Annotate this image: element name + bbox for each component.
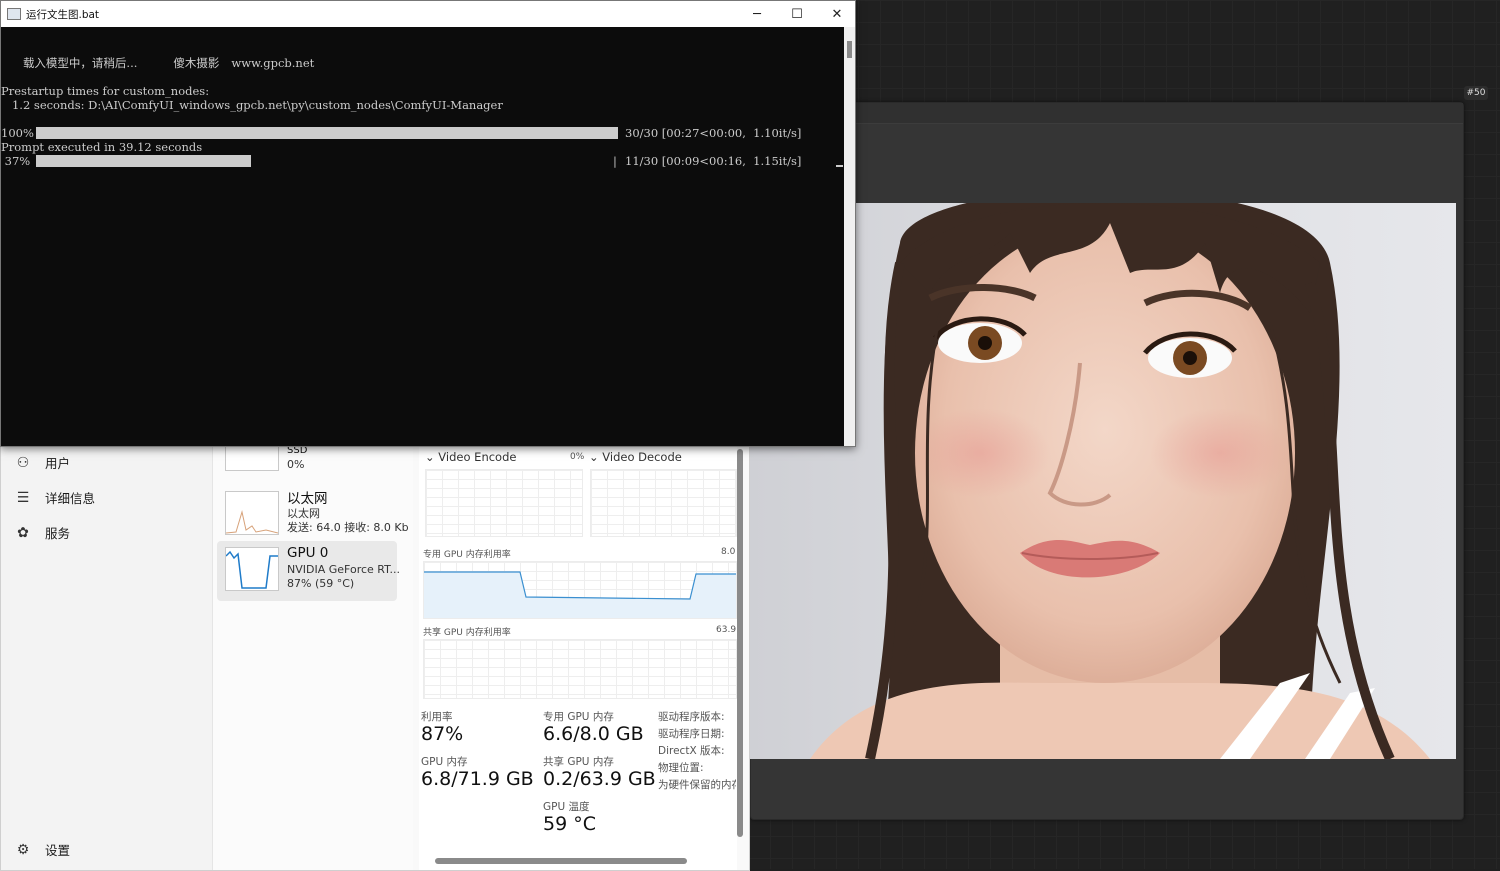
shared-mem-value: 0.2/63.9 GB [543, 768, 656, 790]
ethernet-stats: 发送: 64.0 接收: 8.0 Kb [287, 521, 409, 534]
shared-usage-graph [423, 639, 737, 699]
console-window[interactable]: 运行文生图.bat ─ ☐ ✕ 载入模型中，请稍后... 傻木摄影 www.gpcb… [0, 0, 856, 447]
maximize-button[interactable]: ☐ [777, 1, 817, 27]
video-decode-label[interactable]: ⌄ Video Decode [589, 450, 682, 464]
directx-label: DirectX 版本: [658, 745, 725, 757]
console-titlebar[interactable]: 运行文生图.bat ─ ☐ ✕ [1, 1, 855, 27]
progress2-percent: 37% [1, 154, 31, 168]
gpu-temp-value: 59 °C [543, 813, 596, 835]
gpu-stats: 87% (59 °C) [287, 577, 355, 590]
video-encode-text: Video Encode [438, 450, 517, 464]
shared-usage-label: 共享 GPU 内存利用率 [423, 628, 511, 638]
utilization-value: 87% [421, 723, 464, 745]
progress2-bar [36, 155, 252, 167]
shared-max: 63.9 [716, 625, 737, 635]
gpu-mem-label: GPU 内存 [421, 756, 468, 768]
text-cursor [836, 165, 843, 167]
ethernet-thumbnail [225, 491, 279, 535]
nav-item-services[interactable]: ✿ 服务 [15, 523, 70, 542]
ssd-value: 0% [287, 458, 305, 471]
dedicated-usage-line [424, 571, 736, 618]
progress1-stats: 30/30 [00:27<00:00, 1.10it/s] [625, 126, 802, 140]
driver-version-label: 驱动程序版本: [658, 711, 725, 723]
vertical-scrollbar[interactable] [737, 449, 743, 837]
prestartup-line: Prestartup times for custom_nodes: [1, 84, 210, 98]
dedicated-mem-label: 专用 GPU 内存 [543, 711, 614, 723]
nav-item-details[interactable]: ☰ 详细信息 [15, 488, 95, 507]
video-decode-graph [590, 469, 737, 537]
loading-line: 载入模型中，请稍后... 傻木摄影 www.gpcb.net [1, 41, 314, 85]
gpu-thumbnail [225, 547, 279, 591]
console-title: 运行文生图.bat [26, 8, 100, 21]
list-icon: ☰ [16, 489, 30, 506]
nav-label-details: 详细信息 [45, 491, 96, 506]
reserved-mem-label: 为硬件保留的内存 [658, 779, 736, 791]
nav-item-users[interactable]: ⚇ 用户 [15, 453, 70, 472]
driver-date-label: 驱动程序日期: [658, 728, 725, 740]
gpu-title: GPU 0 [287, 545, 329, 561]
video-encode-label[interactable]: ⌄ Video Encode [425, 450, 516, 464]
video-decode-text: Video Decode [602, 450, 682, 464]
nav-item-settings[interactable]: ⚙ 设置 [15, 840, 70, 859]
utilization-label: 利用率 [421, 711, 453, 723]
video-encode-pct: 0% [570, 452, 585, 462]
horizontal-scrollbar[interactable] [435, 858, 687, 864]
gpu-mem-value: 6.8/71.9 GB [421, 768, 534, 790]
dedicated-max: 8.0 [721, 547, 736, 557]
nav-label-users: 用户 [45, 456, 71, 471]
executed-line: Prompt executed in 39.12 seconds [1, 140, 203, 154]
services-icon: ✿ [17, 524, 29, 541]
resource-list: SSD 0% 以太网 以太网 发送: 64.0 接收: 8.0 Kb GPU 0… [213, 427, 413, 870]
console-scroll-track[interactable] [844, 27, 855, 446]
console-app-icon [7, 8, 21, 20]
ethernet-title: 以太网 [287, 491, 328, 507]
location-label: 物理位置: [658, 762, 704, 774]
task-manager-window: ⚇ 用户 ☰ 详细信息 ✿ 服务 ⚙ 设置 SSD 0% 以太网 以太网 发送:… [0, 427, 750, 871]
gpu-detail-panel: ⌄ Video Encode 0% ⌄ Video Decode 专用 GPU … [419, 431, 737, 870]
chevron-down-icon: ⌄ [425, 450, 439, 464]
dedicated-usage-label: 专用 GPU 内存利用率 [423, 550, 511, 560]
progress1-bar [36, 127, 618, 139]
brand-text: 傻木摄影 [173, 56, 220, 70]
gpu-sparkline [225, 550, 278, 589]
progress2-divider: | [613, 154, 617, 168]
shared-mem-label: 共享 GPU 内存 [543, 756, 614, 768]
progress2-stats: 11/30 [00:09<00:16, 1.15it/s] [625, 154, 802, 168]
chevron-down-icon: ⌄ [589, 450, 603, 464]
node-id-badge: #50 [1464, 86, 1488, 100]
ethernet-sparkline [225, 510, 279, 534]
gpu-temp-label: GPU 温度 [543, 801, 590, 813]
node-path-line: 1.2 seconds: D:\AI\ComfyUI_windows_gpcb.… [1, 98, 503, 112]
console-scroll-thumb[interactable] [847, 41, 852, 58]
console-output[interactable]: 载入模型中，请稍后... 傻木摄影 www.gpcb.net Prestartup … [1, 27, 844, 446]
site-text: www.gpcb.net [231, 56, 315, 70]
users-icon: ⚇ [16, 454, 30, 471]
task-manager-nav: ⚇ 用户 ☰ 详细信息 ✿ 服务 ⚙ 设置 [1, 431, 213, 870]
loading-text: 载入模型中，请稍后... [22, 56, 138, 70]
dedicated-usage-graph [423, 561, 737, 619]
nav-label-settings: 设置 [45, 843, 71, 858]
minimize-button[interactable]: ─ [737, 1, 777, 27]
node-header[interactable] [751, 103, 1463, 124]
progress1-percent: 100% [1, 126, 34, 140]
close-button[interactable]: ✕ [817, 1, 857, 27]
gpu-sub: NVIDIA GeForce RT... [287, 563, 401, 576]
resource-ethernet[interactable]: 以太网 以太网 发送: 64.0 接收: 8.0 Kb [217, 485, 409, 543]
gear-icon: ⚙ [16, 841, 30, 858]
dedicated-mem-value: 6.6/8.0 GB [543, 723, 644, 745]
video-encode-graph [425, 469, 583, 537]
resource-gpu[interactable]: GPU 0 NVIDIA GeForce RT... 87% (59 °C) [217, 541, 401, 601]
nav-label-services: 服务 [45, 526, 71, 541]
